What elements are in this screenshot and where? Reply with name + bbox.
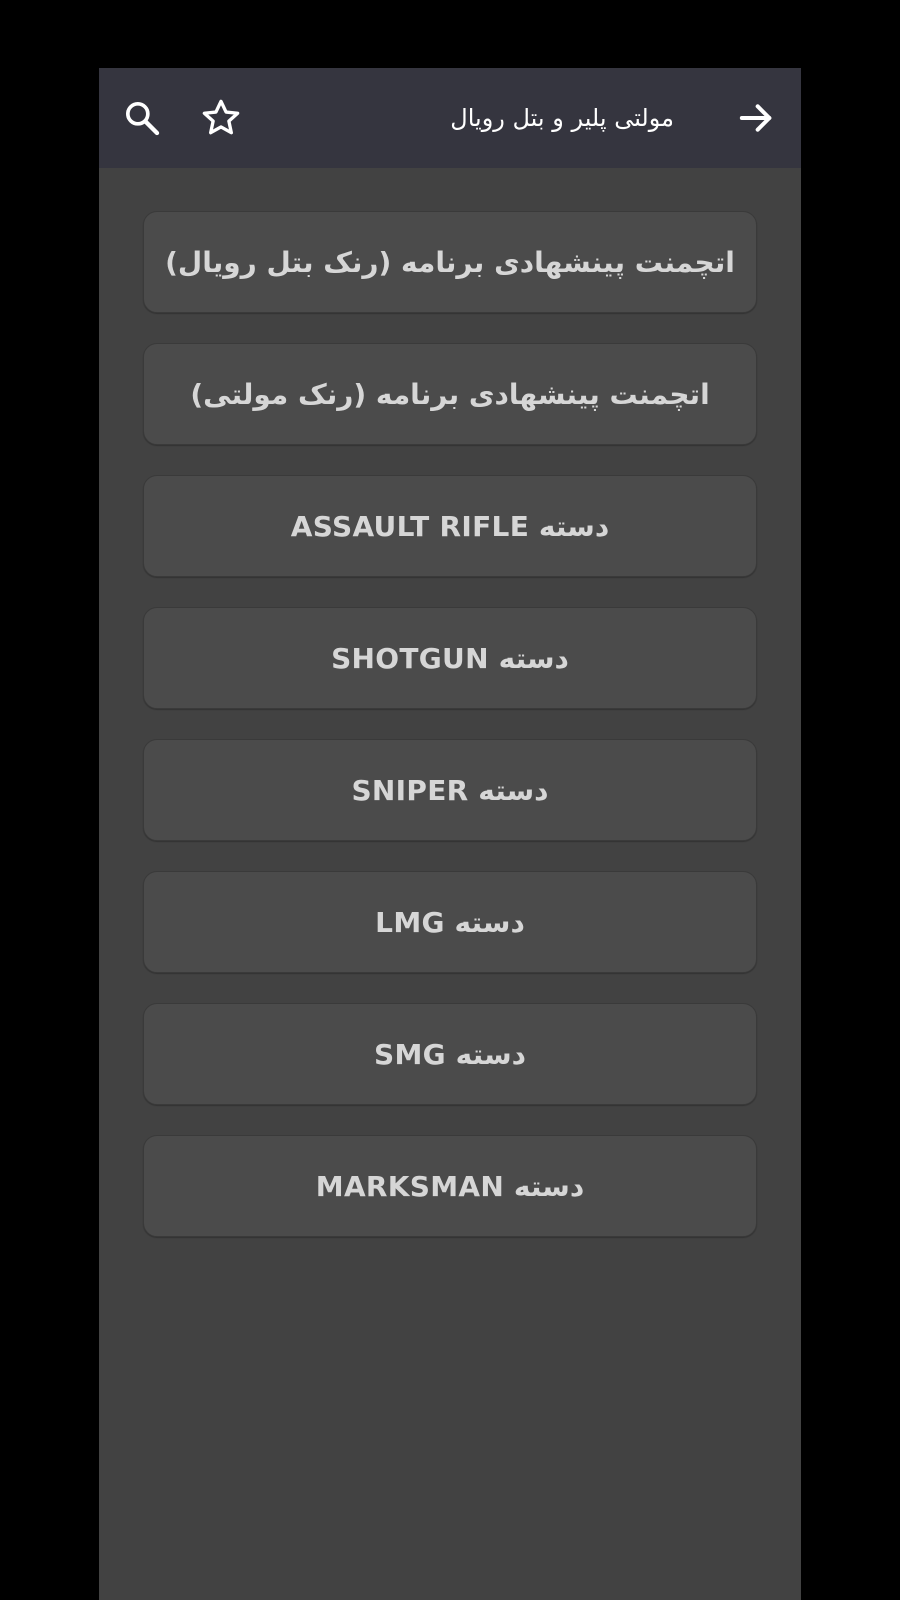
list-item-multiplayer-attachments[interactable]: اتچمنت پینشهادی برنامه (رنک مولتی): [143, 343, 757, 445]
list-item-assault-rifle[interactable]: دسته ASSAULT RIFLE: [143, 475, 757, 577]
page-title: مولتی پلیر و بتل رویال: [450, 104, 674, 132]
list-item-shotgun[interactable]: دسته SHOTGUN: [143, 607, 757, 709]
list-item-label: دسته SMG: [374, 1037, 526, 1071]
app-screen: مولتی پلیر و بتل رویال اتچمنت پینشهادی ب…: [99, 68, 801, 1600]
list-item-label: اتچمنت پینشهادی برنامه (رنک مولتی): [190, 377, 710, 411]
list-item-sniper[interactable]: دسته SNIPER: [143, 739, 757, 841]
list-item-battle-royale-attachments[interactable]: اتچمنت پینشهادی برنامه (رنک بتل رویال): [143, 211, 757, 313]
list-item-label: دسته ASSAULT RIFLE: [290, 509, 610, 543]
list-item-smg[interactable]: دسته SMG: [143, 1003, 757, 1105]
arrow-right-icon: [739, 104, 772, 132]
star-outline-icon: [202, 99, 240, 135]
list-item-label: اتچمنت پینشهادی برنامه (رنک بتل رویال): [165, 245, 735, 279]
list-item-label: دسته SNIPER: [351, 773, 549, 807]
list-item-label: دسته SHOTGUN: [331, 641, 569, 675]
list-item-label: دسته MARKSMAN: [315, 1169, 585, 1203]
search-button[interactable]: [114, 90, 170, 146]
favorite-button[interactable]: [193, 90, 249, 146]
list-item-label: دسته LMG: [375, 905, 525, 939]
toolbar: مولتی پلیر و بتل رویال: [99, 68, 801, 168]
category-list: اتچمنت پینشهادی برنامه (رنک بتل رویال) ا…: [143, 211, 757, 1267]
search-icon: [126, 102, 160, 136]
list-item-lmg[interactable]: دسته LMG: [143, 871, 757, 973]
list-item-marksman[interactable]: دسته MARKSMAN: [143, 1135, 757, 1237]
back-button[interactable]: [728, 90, 784, 146]
